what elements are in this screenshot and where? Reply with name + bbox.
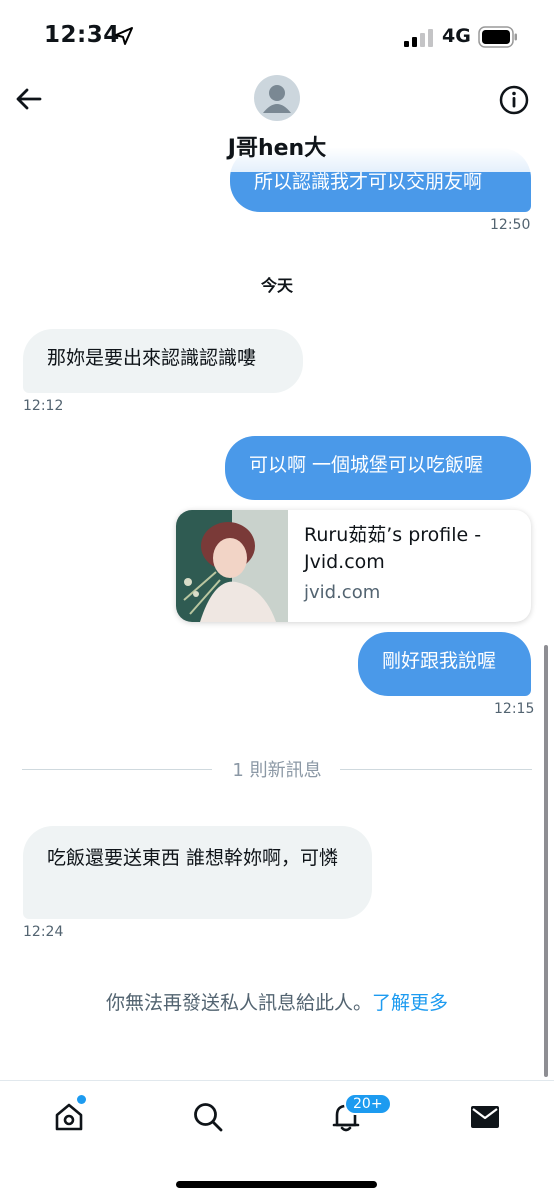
message-timestamp: 12:50 <box>490 217 531 233</box>
notice-text: 你無法再發送私人訊息給此人。 <box>105 992 372 1014</box>
home-indicator <box>176 1181 377 1188</box>
info-icon[interactable] <box>498 84 530 116</box>
contact-name[interactable]: J哥hen大 <box>0 130 554 162</box>
message-text: 剛好跟我說喔 <box>382 650 497 672</box>
dm-restricted-notice: 你無法再發送私人訊息給此人。了解更多 <box>0 988 554 1015</box>
link-preview-card[interactable]: Ruru茹茹’s profile - Jvid.com jvid.com <box>176 510 531 622</box>
bottom-nav: 20+ <box>0 1080 554 1200</box>
status-bar: 12:34 4G <box>0 0 554 72</box>
message-text: 吃飯還要送東西 誰想幹妳啊，可憐 <box>47 847 339 869</box>
back-arrow-icon[interactable] <box>14 84 44 114</box>
message-timestamp: 12:12 <box>23 398 64 414</box>
home-icon[interactable] <box>53 1101 85 1133</box>
location-arrow-icon <box>115 27 133 45</box>
network-type: 4G <box>442 25 471 47</box>
new-messages-label: 1 則新訊息 <box>232 760 322 781</box>
message-bubble-received[interactable]: 吃飯還要送東西 誰想幹妳啊，可憐 <box>23 826 372 919</box>
default-avatar-icon <box>263 85 291 113</box>
battery-icon <box>478 26 517 48</box>
new-messages-divider: 1 則新訊息 <box>22 756 532 782</box>
message-bubble-sent[interactable]: 剛好跟我說喔 <box>358 632 531 696</box>
status-time: 12:34 <box>44 22 120 48</box>
day-separator: 今天 <box>260 276 293 295</box>
messages-envelope-icon[interactable] <box>469 1101 501 1133</box>
message-timestamp: 12:24 <box>23 924 64 940</box>
message-bubble-received[interactable]: 那妳是要出來認識認識嘍 <box>23 329 303 393</box>
message-bubble-sent[interactable]: 可以啊 一個城堡可以吃飯喔 <box>225 436 531 500</box>
home-unread-dot <box>77 1095 86 1104</box>
contact-avatar[interactable] <box>254 75 300 121</box>
message-text: 可以啊 一個城堡可以吃飯喔 <box>249 454 484 476</box>
signal-bars-icon <box>404 29 433 47</box>
search-icon[interactable] <box>192 1101 224 1133</box>
conversation-header: J哥hen大 <box>0 72 554 172</box>
message-timestamp: 12:15 <box>494 701 535 717</box>
link-preview-thumbnail <box>176 510 288 622</box>
link-preview-domain: jvid.com <box>304 582 381 603</box>
notification-count-badge: 20+ <box>344 1093 392 1115</box>
message-text: 所以認識我才可以交朋友啊 <box>254 171 483 193</box>
message-text: 那妳是要出來認識認識嘍 <box>47 347 257 369</box>
learn-more-link[interactable]: 了解更多 <box>372 992 448 1014</box>
link-preview-title: Ruru茹茹’s profile - Jvid.com <box>304 524 482 573</box>
scrollbar[interactable] <box>544 645 548 1077</box>
